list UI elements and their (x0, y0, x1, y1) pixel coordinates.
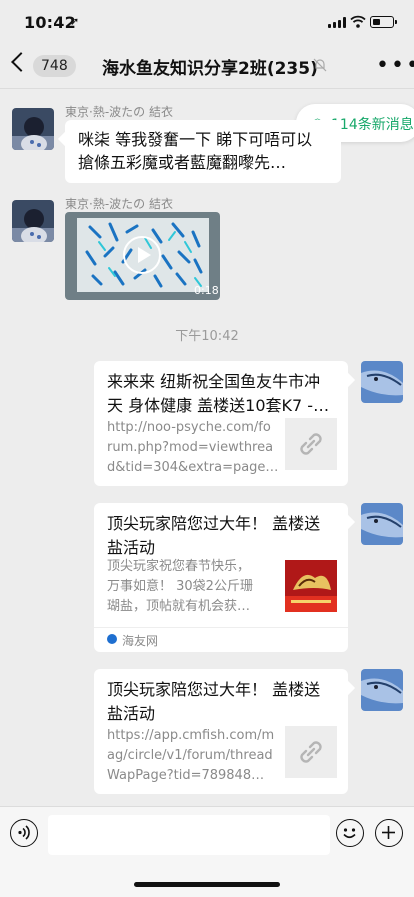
source-logo-icon (107, 634, 117, 644)
back-unread-badge[interactable]: 748 (33, 55, 76, 77)
chat-title: 海水鱼友知识分享2班(235) (102, 59, 318, 79)
voice-icon[interactable] (10, 819, 38, 847)
card-source: 海友网 (122, 634, 159, 648)
chat-header: 748 海水鱼友知识分享2班(235) ••• (0, 44, 414, 89)
link-thumbnail (285, 726, 337, 778)
wifi-icon (350, 15, 366, 28)
battery-icon (370, 16, 394, 28)
cellular-signal-icon (328, 17, 346, 28)
avatar[interactable] (361, 361, 403, 403)
card-desc-line: ag/circle/v1/forum/thread (107, 748, 273, 763)
bell-slash-icon (313, 58, 327, 72)
ellipsis-icon[interactable]: ••• (376, 55, 414, 77)
avatar[interactable] (361, 669, 403, 711)
link-thumbnail (285, 418, 337, 470)
message-text-line: 搶條五彩魔或者藍魔翻嚟先… (78, 153, 287, 172)
sender-name: 東京·熱-波たの 結衣 (65, 197, 173, 211)
message-bubble[interactable]: 咪柒 等我發奮一下 睇下可唔可以 搶條五彩魔或者藍魔翻嚟先… (65, 120, 341, 183)
card-title-line: 来来来 纽斯祝全国鱼友牛市冲 (107, 372, 321, 391)
link-card[interactable]: 来来来 纽斯祝全国鱼友牛市冲 天 身体健康 盖楼送10套K7 -… http:/… (94, 361, 348, 486)
home-indicator[interactable] (134, 882, 280, 887)
avatar[interactable] (12, 108, 54, 150)
link-icon (300, 433, 322, 455)
time-divider: 下午10:42 (175, 329, 239, 344)
card-desc-line: WapPage?tid=789848… (107, 768, 265, 783)
emoji-icon[interactable] (336, 819, 364, 847)
avatar[interactable] (12, 200, 54, 242)
message-input[interactable] (48, 815, 330, 855)
status-bar: 10:42 ➚ (0, 0, 414, 44)
status-time: 10:42 (24, 13, 76, 32)
link-card[interactable]: 顶尖玩家陪您过大年！ 盖楼送 盐活动 https://app.cmfish.co… (94, 669, 348, 794)
play-icon[interactable] (123, 236, 161, 274)
card-desc-line: d&tid=304&extra=page… (107, 460, 279, 475)
avatar[interactable] (361, 503, 403, 545)
card-title-line: 顶尖玩家陪您过大年！ 盖楼送 (107, 680, 321, 699)
link-icon (300, 741, 322, 763)
card-desc-line: 顶尖玩家祝您春节快乐， (107, 559, 251, 574)
card-divider (94, 627, 348, 628)
new-messages-label: 114条新消息 (331, 117, 414, 133)
link-card[interactable]: 顶尖玩家陪您过大年！ 盖楼送 盐活动 顶尖玩家祝您春节快乐， 万事如意！ 30袋… (94, 503, 348, 652)
card-thumbnail-image (285, 560, 337, 612)
card-desc-line: rum.php?mod=viewthrea (107, 440, 274, 455)
card-title-line: 天 身体健康 盖楼送10套K7 -… (107, 396, 330, 415)
card-desc-line: https://app.cmfish.com/m (107, 728, 275, 743)
card-desc-line: 瑚盐，顶帖就有机会获… (107, 599, 251, 614)
card-desc-line: http://noo-psyche.com/fo (107, 420, 271, 435)
card-desc-line: 万事如意！ 30袋2公斤珊 (107, 579, 253, 594)
battery-cap (395, 20, 397, 24)
message-text-line: 咪柒 等我發奮一下 睇下可唔可以 (78, 130, 313, 149)
card-title-line: 顶尖玩家陪您过大年！ 盖楼送 (107, 514, 321, 533)
location-arrow-icon: ➚ (70, 15, 80, 28)
chevron-left-icon[interactable] (11, 52, 31, 72)
plus-icon[interactable] (375, 819, 403, 847)
video-duration: 0:18 (194, 284, 219, 297)
card-title-line: 盐活动 (107, 704, 156, 723)
sender-name: 東京·熱-波たの 結衣 (65, 105, 173, 119)
